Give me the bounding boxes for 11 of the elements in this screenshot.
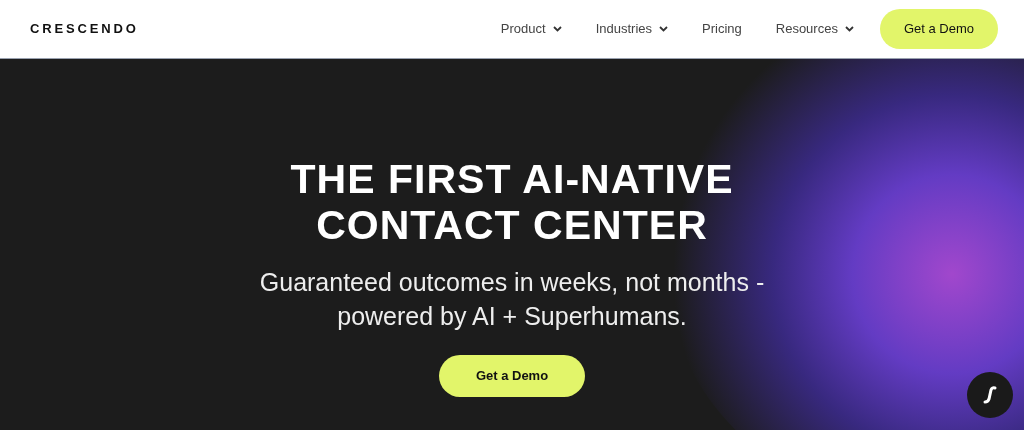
nav-link[interactable]: Resources bbox=[775, 19, 854, 39]
nav-link[interactable]: Pricing bbox=[702, 19, 742, 39]
demo-button[interactable]: Get a Demo bbox=[879, 9, 998, 49]
demo-button[interactable]: Get a Demo bbox=[439, 355, 585, 397]
nav-link[interactable]: Industries bbox=[595, 19, 668, 39]
chat-button[interactable] bbox=[967, 372, 1013, 418]
hero-headline: THE FIRST AI-NATIVE CONTACT CENTER bbox=[290, 156, 734, 248]
nav-link[interactable]: Product bbox=[500, 19, 562, 39]
squiggle-icon bbox=[982, 385, 998, 405]
logo[interactable]: CRESCENDO bbox=[30, 19, 139, 39]
hero-subtitle: Guaranteed outcomes in weeks, not months - powered by AI + Superhumans. bbox=[259, 267, 765, 332]
